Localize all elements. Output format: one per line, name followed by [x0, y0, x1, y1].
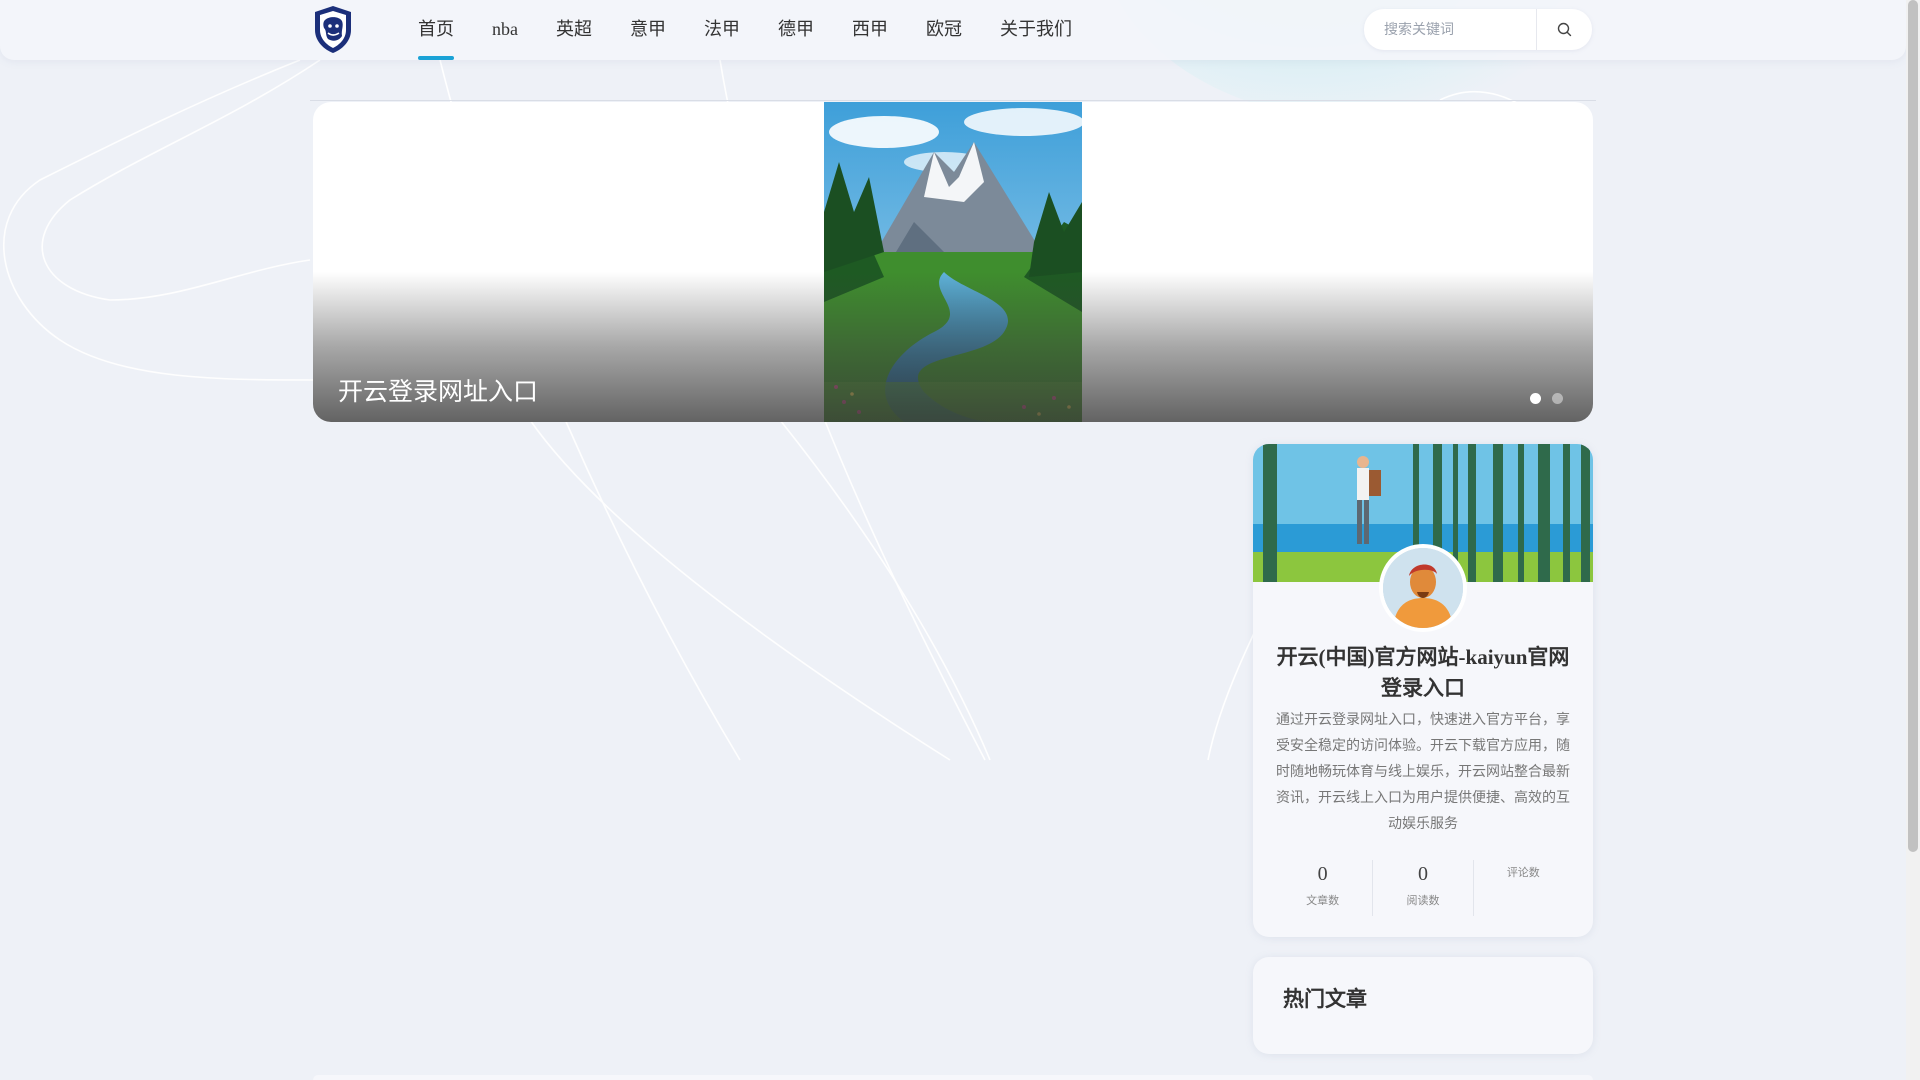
main-nav: 首页 nba 英超 意甲 法甲 德甲 西甲 欧冠 关于我们 — [418, 0, 1110, 60]
nav-item-nba[interactable]: nba — [492, 0, 518, 60]
site-logo[interactable] — [311, 4, 355, 54]
stat-reads: 0 阅读数 — [1373, 860, 1474, 916]
nav-item-serie-a[interactable]: 意甲 — [630, 0, 666, 60]
hot-articles-title: 热门文章 — [1283, 987, 1367, 1011]
carousel-dots — [1519, 393, 1563, 404]
content-card-edge — [313, 1075, 1593, 1080]
page-scrollbar[interactable] — [1906, 0, 1920, 1080]
search-icon — [1557, 22, 1572, 37]
carousel-dot-2[interactable] — [1552, 393, 1563, 404]
profile-card: 开云(中国)官方网站-kaiyun官网登录入口 通过开云登录网址入口，快速进入官… — [1253, 444, 1593, 937]
stat-reads-label: 阅读数 — [1406, 894, 1440, 907]
search-box — [1364, 9, 1592, 50]
scrollbar-thumb[interactable] — [1908, 0, 1918, 852]
site-name: 开云(中国)官方网站-kaiyun官网登录入口 — [1276, 645, 1570, 700]
banner-carousel[interactable]: 开云登录网址入口 — [313, 102, 1593, 422]
stats-row: 0 文章数 0 阅读数 评论数 — [1273, 860, 1573, 916]
site-description: 通过开云登录网址入口，快速进入官方平台，享受安全稳定的访问体验。开云下载官方应用… — [1276, 712, 1570, 832]
stat-comments-label: 评论数 — [1506, 866, 1540, 879]
nav-item-home[interactable]: 首页 — [418, 0, 454, 60]
stat-articles-value: 0 — [1317, 863, 1328, 885]
stat-articles: 0 文章数 — [1273, 860, 1374, 916]
nav-item-about-us[interactable]: 关于我们 — [1000, 0, 1072, 60]
carousel-dot-1[interactable] — [1530, 393, 1541, 404]
nav-item-la-liga[interactable]: 西甲 — [852, 0, 888, 60]
search-input[interactable] — [1364, 9, 1536, 50]
hot-articles-card: 热门文章 — [1253, 957, 1593, 1054]
stat-reads-value: 0 — [1417, 863, 1428, 885]
top-navbar: 首页 nba 英超 意甲 法甲 德甲 西甲 欧冠 关于我们 — [0, 0, 1906, 60]
avatar[interactable] — [1379, 544, 1467, 632]
nav-item-bundesliga[interactable]: 德甲 — [778, 0, 814, 60]
search-button[interactable] — [1536, 9, 1592, 50]
nav-item-premier-league[interactable]: 英超 — [556, 0, 592, 60]
nav-item-ligue-1[interactable]: 法甲 — [704, 0, 740, 60]
divider — [310, 100, 1596, 101]
stat-comments: 评论数 — [1474, 860, 1573, 916]
nav-item-champions-league[interactable]: 欧冠 — [926, 0, 962, 60]
stat-articles-label: 文章数 — [1306, 894, 1340, 907]
banner-title[interactable]: 开云登录网址入口 — [338, 372, 538, 408]
